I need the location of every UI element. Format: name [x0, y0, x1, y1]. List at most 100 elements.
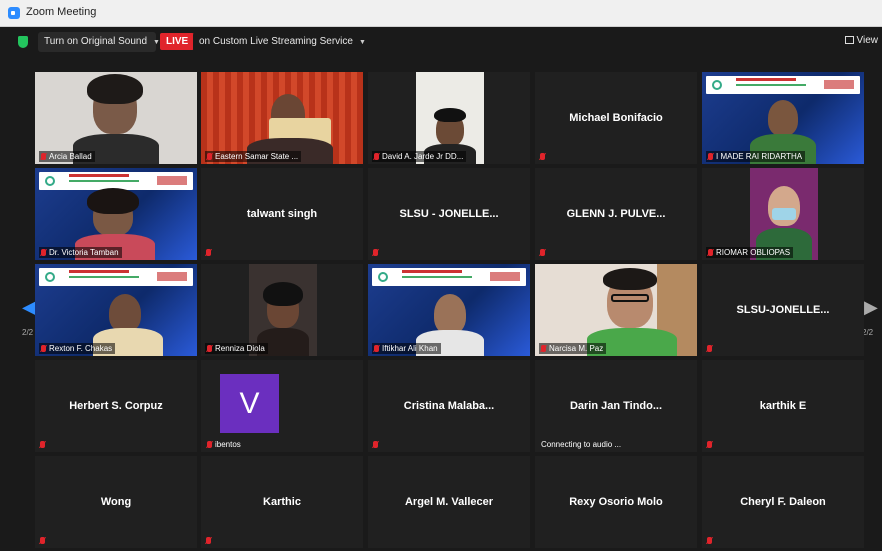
muted-mic-icon — [207, 441, 212, 448]
participant-tile[interactable]: Karthic — [201, 456, 363, 548]
participant-name: Darin Jan Tindo... — [569, 400, 663, 412]
participant-hair — [87, 74, 143, 104]
participant-hair — [87, 188, 139, 214]
original-sound-button[interactable]: Turn on Original Sound ▼ — [38, 32, 160, 52]
avatar: V — [220, 374, 279, 433]
participant-tile[interactable]: Narcisa M. Paz — [535, 264, 697, 356]
live-streaming-label: on Custom Live Streaming Service — [199, 36, 353, 47]
participant-name: karthik E — [759, 400, 807, 412]
live-streaming-button[interactable]: on Custom Live Streaming Service ▼ — [193, 32, 366, 52]
participant-name-tag: Narcisa M. Paz — [539, 343, 607, 354]
participant-face — [434, 294, 466, 334]
face-mask — [772, 208, 796, 220]
participant-tile[interactable]: Michael Bonifacio — [535, 72, 697, 164]
participant-name-tag: David A. Jarde Jr DD... — [372, 151, 467, 162]
zoom-icon — [8, 7, 20, 19]
muted-mic-icon — [40, 441, 45, 448]
next-page-arrow-icon[interactable]: ▶ — [864, 297, 878, 318]
muted-mic-icon — [41, 153, 46, 160]
participant-face — [109, 294, 141, 332]
participant-tile[interactable]: GLENN J. PULVE... — [535, 168, 697, 260]
window-titlebar: Zoom Meeting — [0, 0, 882, 27]
muted-mic-icon — [707, 345, 712, 352]
participant-name-tag: ibentos — [205, 439, 244, 450]
participant-tile[interactable]: SLSU - JONELLE... — [368, 168, 530, 260]
participant-name: Herbert S. Corpuz — [69, 400, 163, 412]
live-badge: LIVE — [160, 33, 195, 50]
muted-mic-icon — [207, 345, 212, 352]
participant-tile[interactable]: RIOMAR OBLIOPAS — [702, 168, 864, 260]
muted-mic-icon — [373, 249, 378, 256]
participant-tile[interactable]: talwant singh — [201, 168, 363, 260]
participant-face — [768, 100, 798, 136]
participant-tile[interactable]: Dr. Victoria Tamban — [35, 168, 197, 260]
participant-name-tag: Dr. Victoria Tamban — [39, 247, 122, 258]
participant-tile[interactable]: Cheryl F. Daleon — [702, 456, 864, 548]
participant-tile[interactable]: I MADE RAI RIDARTHA — [702, 72, 864, 164]
participant-tile[interactable]: Darin Jan Tindo... Connecting to audio .… — [535, 360, 697, 452]
view-button[interactable]: View — [844, 35, 879, 46]
participant-face — [768, 186, 800, 226]
security-shield-icon[interactable] — [18, 36, 28, 48]
participant-name-tag: Rexton F. Chakas — [39, 343, 116, 354]
participant-name: Cheryl F. Daleon — [740, 496, 826, 508]
muted-mic-icon — [707, 537, 712, 544]
participant-name-tag: Iftikhar Ali Khan — [372, 343, 441, 354]
conference-banner — [372, 268, 526, 286]
participant-name: Argel M. Vallecer — [404, 496, 494, 508]
participant-name: Rexy Osorio Molo — [569, 496, 663, 508]
muted-mic-icon — [708, 153, 713, 160]
glasses — [611, 294, 649, 302]
participant-tile[interactable]: David A. Jarde Jr DD... — [368, 72, 530, 164]
participant-tile[interactable]: Rexy Osorio Molo — [535, 456, 697, 548]
muted-mic-icon — [541, 345, 546, 352]
muted-mic-icon — [708, 249, 713, 256]
participant-tile[interactable]: Arcia Ballad — [35, 72, 197, 164]
audio-status: Connecting to audio ... — [541, 440, 622, 449]
participant-hair — [263, 282, 303, 306]
participant-name: Karthic — [263, 496, 301, 508]
participant-name: Cristina Malaba... — [403, 400, 495, 412]
participant-tile[interactable]: Argel M. Vallecer — [368, 456, 530, 548]
muted-mic-icon — [540, 249, 545, 256]
participant-name: SLSU-JONELLE... — [736, 304, 830, 316]
muted-mic-icon — [374, 345, 379, 352]
muted-mic-icon — [707, 441, 712, 448]
view-label: View — [856, 35, 879, 46]
participant-name: SLSU - JONELLE... — [399, 208, 499, 220]
participant-name-tag: I MADE RAI RIDARTHA — [706, 151, 806, 162]
previous-page-arrow-icon[interactable]: ◀ — [22, 297, 36, 318]
muted-mic-icon — [40, 537, 45, 544]
chevron-down-icon[interactable]: ▼ — [153, 39, 160, 46]
participant-name: GLENN J. PULVE... — [566, 208, 666, 220]
participant-name: Wong — [100, 496, 132, 508]
chevron-down-icon[interactable]: ▼ — [359, 39, 366, 46]
muted-mic-icon — [374, 153, 379, 160]
original-sound-label: Turn on Original Sound — [44, 36, 148, 47]
meeting-toolbar: Turn on Original Sound ▼ LIVE on Custom L… — [0, 27, 882, 57]
participant-tile[interactable]: Eastern Samar State ... — [201, 72, 363, 164]
participant-hair — [603, 268, 657, 290]
muted-mic-icon — [540, 153, 545, 160]
page-indicator-left: 2/2 — [22, 328, 34, 337]
window-title: Zoom Meeting — [26, 6, 97, 18]
muted-mic-icon — [41, 249, 46, 256]
participant-name-tag: Eastern Samar State ... — [205, 151, 302, 162]
participant-name-tag: RIOMAR OBLIOPAS — [706, 247, 794, 258]
participant-tile[interactable]: Herbert S. Corpuz — [35, 360, 197, 452]
participant-tile[interactable]: Iftikhar Ali Khan — [368, 264, 530, 356]
participant-tile[interactable]: Cristina Malaba... — [368, 360, 530, 452]
conference-banner — [39, 268, 193, 286]
participant-tile[interactable]: Wong — [35, 456, 197, 548]
participant-tile[interactable]: Rexton F. Chakas — [35, 264, 197, 356]
participant-tile[interactable]: SLSU-JONELLE... — [702, 264, 864, 356]
participant-hair — [434, 108, 466, 122]
participant-tile[interactable]: Renniza Diola — [201, 264, 363, 356]
muted-mic-icon — [373, 441, 378, 448]
conference-banner — [706, 76, 860, 94]
participant-name-tag: Renniza Diola — [205, 343, 268, 354]
muted-mic-icon — [41, 345, 46, 352]
grid-view-icon — [844, 36, 854, 44]
muted-mic-icon — [206, 537, 211, 544]
participant-tile[interactable]: karthik E — [702, 360, 864, 452]
